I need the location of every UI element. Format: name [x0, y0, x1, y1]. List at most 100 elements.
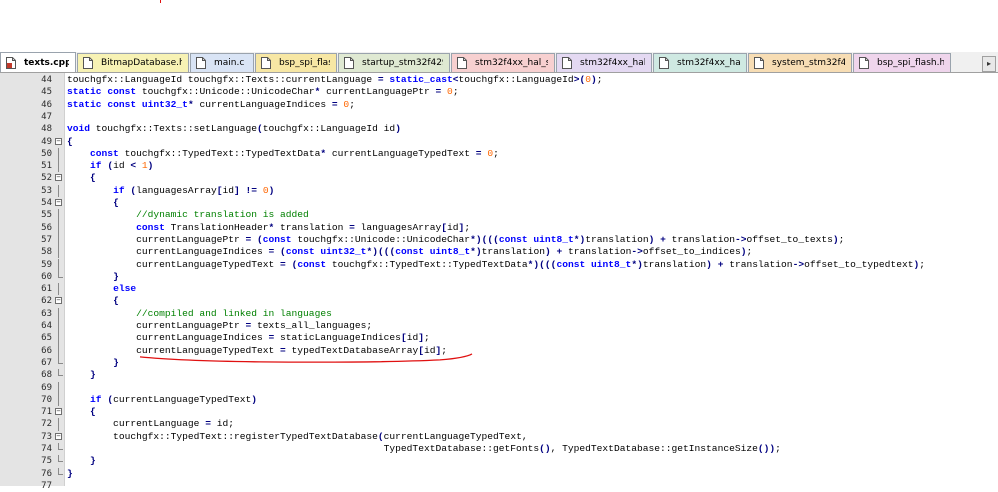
code-line[interactable]: 46 static const uint32_t* currentLanguage…	[0, 99, 998, 111]
tab-main-c[interactable]: main.c	[190, 53, 254, 72]
tab-stm32f4xx-hal-h[interactable]: stm32f4xx_hal.h	[653, 53, 747, 72]
code-text: }	[67, 271, 119, 283]
code-line[interactable]: 70 if (currentLanguageTypedText)	[0, 393, 998, 407]
code-line[interactable]: 67 }	[0, 356, 998, 369]
code-line[interactable]: 55 //dynamic translation is added	[0, 209, 998, 222]
fold-guide	[58, 418, 59, 431]
tab-startup-stm32f429xx-s[interactable]: startup_stm32f429xx.s	[338, 53, 450, 72]
code-token: ;	[838, 233, 845, 245]
tab-stm32f4xx-hal-spi-c[interactable]: stm32f4xx_hal_spi.c	[451, 53, 555, 72]
code-line[interactable]: 59 currentLanguageTypedText = (const tou…	[0, 258, 998, 271]
code-line[interactable]: 54− {	[0, 197, 998, 209]
code-line[interactable]: 56 const TranslationHeader* translation …	[0, 221, 998, 234]
fold-guide	[58, 307, 59, 320]
code-line[interactable]: 60 }	[0, 270, 998, 283]
code-token: *)	[631, 258, 643, 270]
tab-system-stm32f4xx-c[interactable]: system_stm32f4xx.c	[748, 53, 852, 72]
code-line[interactable]: 44 touchgfx::LanguageId touchgfx::Texts::…	[0, 74, 998, 86]
code-token: translation	[665, 233, 735, 245]
code-token: const	[556, 258, 586, 270]
code-line[interactable]: 45 static const touchgfx::Unicode::Unicod…	[0, 86, 998, 98]
code-text: {	[67, 197, 119, 209]
code-token: else	[113, 283, 137, 295]
code-line[interactable]: 57 currentLanguagePtr = (const touchgfx:…	[0, 233, 998, 247]
tab-label: bsp_spi_flash.c	[279, 58, 330, 68]
code-token: static	[67, 86, 102, 98]
code-text: touchgfx::LanguageId touchgfx::Texts::cu…	[67, 74, 603, 86]
code-token: (((	[481, 233, 499, 245]
tab-stm32f4xx-hal-c[interactable]: stm32f4xx_hal.c	[556, 53, 652, 72]
fold-collapse-icon[interactable]: −	[55, 137, 62, 145]
code-line[interactable]: 69	[0, 381, 998, 394]
code-line[interactable]: 64 currentLanguagePtr = texts_all_langua…	[0, 320, 998, 333]
fold-collapse-icon[interactable]: −	[55, 432, 62, 440]
code-editor[interactable]: 44 touchgfx::LanguageId touchgfx::Texts::…	[0, 73, 998, 491]
code-line[interactable]: 49−{	[0, 136, 998, 148]
code-token: *)	[470, 246, 482, 258]
code-text: currentLanguageTypedText = typedTextData…	[67, 345, 447, 357]
code-line[interactable]: 52− {	[0, 172, 998, 184]
fold-collapse-icon[interactable]: −	[55, 297, 62, 305]
tab-bitmapdatabase-hpp[interactable]: BitmapDatabase.hpp	[77, 53, 189, 72]
code-line[interactable]: 66 currentLanguageTypedText = typedTextD…	[0, 344, 998, 357]
code-token: uint32_t	[141, 98, 188, 110]
code-text: //dynamic translation is added	[67, 209, 309, 221]
code-line[interactable]: 72 currentLanguage = id;	[0, 418, 998, 431]
code-line[interactable]: 73− touchgfx::TypedText::registerTypedTe…	[0, 431, 998, 443]
tab-texts-cpp[interactable]: texts.cpp	[0, 52, 76, 72]
line-number: 61	[41, 284, 52, 295]
line-number: 47	[41, 111, 52, 122]
fold-end-marker	[58, 455, 63, 463]
code-token: typedTextDatabaseArray	[285, 344, 419, 356]
code-token: uint8_t	[429, 246, 471, 258]
tab-label: stm32f4xx_hal.c	[580, 58, 645, 68]
code-token: offset_to_typedtext	[804, 258, 914, 270]
tab-bsp-spi-flash-h[interactable]: bsp_spi_flash.h	[853, 53, 951, 72]
code-line[interactable]: 65 currentLanguageIndices = staticLangua…	[0, 332, 998, 345]
code-text: currentLanguagePtr = texts_all_languages…	[67, 320, 372, 332]
fold-guide	[58, 160, 59, 173]
file-tab-bar: texts.cpp BitmapDatabase.hpp main.c bsp_spi…	[0, 52, 998, 73]
fold-collapse-icon[interactable]: −	[55, 174, 62, 182]
code-line[interactable]: 75 }	[0, 455, 998, 467]
code-text: {	[67, 136, 73, 148]
code-token: (((	[539, 258, 557, 270]
code-line[interactable]: 74 TypedTextDatabase::getFonts(), TypedT…	[0, 443, 998, 455]
c-file-icon	[562, 57, 572, 69]
code-line[interactable]: 62− {	[0, 295, 998, 307]
code-line[interactable]: 68 }	[0, 369, 998, 381]
code-line[interactable]: 71− {	[0, 406, 998, 418]
line-number: 67	[41, 357, 52, 368]
code-text: }	[67, 455, 96, 467]
code-line[interactable]: 76}	[0, 467, 998, 480]
code-line[interactable]: 50 const touchgfx::TypedText::TypedTextD…	[0, 147, 998, 161]
code-token: const	[395, 246, 425, 258]
code-token: languagesArray	[354, 221, 442, 233]
line-number: 69	[41, 382, 52, 393]
code-token: *)	[366, 246, 378, 258]
code-token: if	[90, 393, 102, 405]
code-line[interactable]: 58 currentLanguageIndices = (const uint3…	[0, 246, 998, 259]
code-line[interactable]: 63 //compiled and linked in languages	[0, 307, 998, 320]
code-token: const	[285, 246, 315, 258]
fold-end-marker	[58, 270, 63, 278]
line-number: 73	[41, 431, 52, 442]
code-line[interactable]: 61 else	[0, 283, 998, 296]
code-text: currentLanguagePtr = (const touchgfx::Un…	[67, 234, 844, 246]
code-line[interactable]: 47	[0, 111, 998, 123]
code-line[interactable]: 53 if (languagesArray[id] != 0)	[0, 184, 998, 197]
code-line[interactable]: 51 if (id < 1)	[0, 160, 998, 173]
code-token: id	[406, 332, 419, 344]
code-token: touchgfx::TypedText::registerTypedTextDa…	[67, 430, 378, 442]
fold-collapse-icon[interactable]: −	[55, 408, 62, 416]
tab-bsp-spi-flash-c[interactable]: bsp_spi_flash.c	[255, 53, 337, 72]
code-line[interactable]: 48 void touchgfx::Texts::setLanguage(touc…	[0, 123, 998, 135]
tab-scroll-right-button[interactable]: ▸	[982, 56, 996, 72]
header-file-icon	[659, 57, 669, 69]
fold-collapse-icon[interactable]: −	[55, 199, 62, 206]
